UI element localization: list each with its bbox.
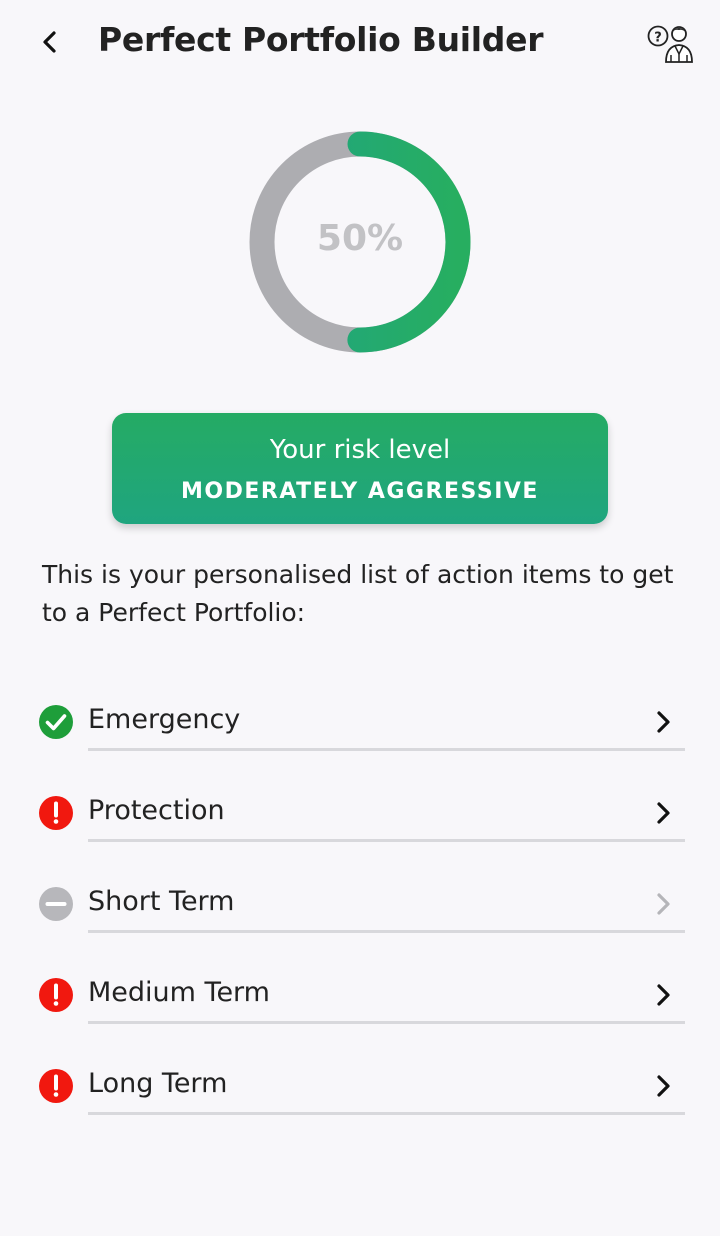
list-item-label: Short Term (88, 886, 235, 917)
list-item[interactable]: Medium Term (0, 961, 720, 1041)
back-button[interactable] (30, 22, 70, 62)
chevron-right-icon (657, 893, 670, 915)
minus-circle-icon (39, 887, 73, 921)
list-item[interactable]: Emergency (0, 688, 720, 768)
list-item[interactable]: Long Term (0, 1052, 720, 1132)
list-item[interactable]: Protection (0, 779, 720, 859)
list-item: Short Term (0, 870, 720, 950)
exclamation-circle-icon (39, 796, 73, 830)
list-item-label: Long Term (88, 1068, 228, 1099)
risk-level-card: Your risk level MODERATELY AGGRESSIVE (112, 413, 608, 524)
check-circle-icon (39, 705, 73, 739)
help-advisor-icon: ? (647, 25, 693, 63)
list-item-label: Emergency (88, 704, 241, 735)
gauge-percent-label: 50% (316, 218, 404, 259)
page-title: Perfect Portfolio Builder (98, 20, 544, 59)
exclamation-circle-icon (39, 1069, 73, 1103)
chevron-right-icon (657, 711, 670, 733)
chevron-right-icon (657, 1075, 670, 1097)
chevron-right-icon (657, 984, 670, 1006)
risk-level-title: Your risk level (269, 435, 451, 465)
divider (88, 1112, 685, 1115)
divider (88, 839, 685, 842)
app-header: Perfect Portfolio Builder ? (0, 0, 720, 90)
chevron-right-icon (657, 802, 670, 824)
help-advisor-button[interactable]: ? (644, 22, 694, 66)
list-item-label: Protection (88, 795, 225, 826)
svg-text:?: ? (654, 31, 662, 46)
divider (88, 1021, 685, 1024)
chevron-left-icon (43, 31, 56, 53)
risk-level-value: MODERATELY AGGRESSIVE (181, 479, 539, 504)
intro-text: This is your personalised list of action… (42, 560, 674, 627)
divider (88, 930, 685, 933)
exclamation-circle-icon (39, 978, 73, 1012)
divider (88, 748, 685, 751)
list-item-label: Medium Term (88, 977, 270, 1008)
